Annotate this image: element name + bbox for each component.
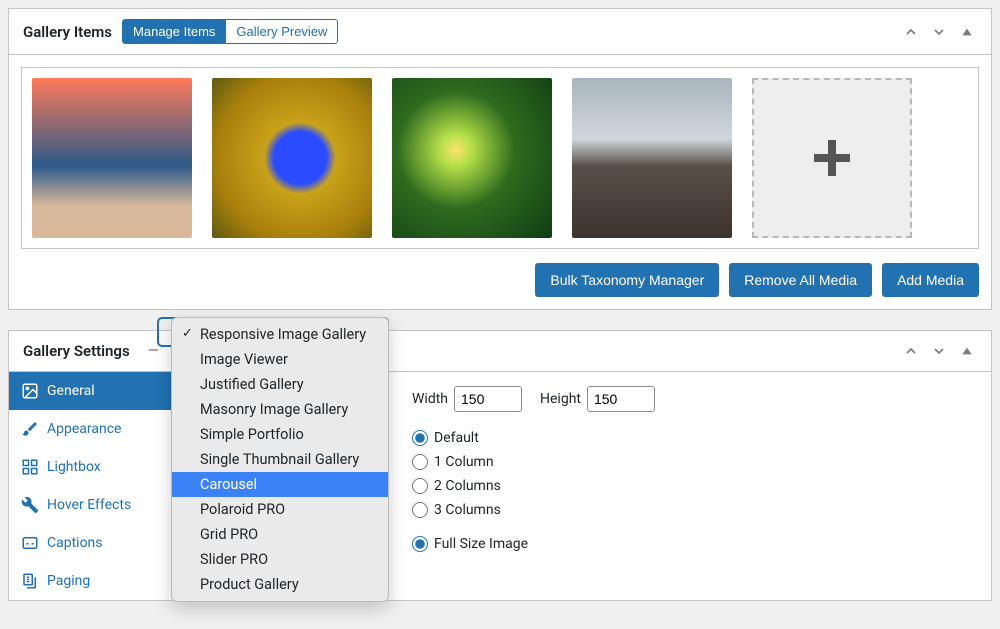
sidebar-item-captions[interactable]: Captions [9,524,173,562]
radio-label: 3 Columns [434,502,501,518]
size-radio-group: Full Size Image [412,536,973,552]
sidebar-item-lightbox[interactable]: Lightbox [9,448,173,486]
dropdown-option[interactable]: Slider PRO [172,547,388,572]
gallery-items-header: Gallery Items Manage Items Gallery Previ… [9,9,991,55]
gallery-settings-title: Gallery Settings [23,342,130,360]
sidebar-label: Lightbox [47,459,101,475]
panel-toggles [901,22,977,42]
collapse-icon[interactable] [957,341,977,361]
plus-icon [808,134,856,182]
width-input[interactable] [454,386,522,412]
brush-icon [21,420,39,438]
radio-label: Full Size Image [434,536,528,552]
sidebar-label: Captions [47,535,103,551]
wrench-icon [21,496,39,514]
move-up-icon[interactable] [901,341,921,361]
radio-1-column[interactable]: 1 Column [412,454,973,470]
remove-all-media-button[interactable]: Remove All Media [729,263,872,297]
media-thumbnail[interactable] [32,78,192,238]
gallery-items-tabs: Manage Items Gallery Preview [122,19,338,44]
sidebar-item-general[interactable]: General [9,372,173,410]
gallery-settings-panel: Gallery Settings — Responsive Image Gall… [8,330,992,601]
size-field-row: Width Height [412,386,973,412]
panel-toggles [901,341,977,361]
radio-input[interactable] [412,502,428,518]
media-thumbnail[interactable] [212,78,372,238]
sidebar-label: General [47,383,95,399]
radio-full-size[interactable]: Full Size Image [412,536,973,552]
height-label: Height [540,391,581,407]
image-icon [21,382,39,400]
layout-radio-group: Default 1 Column 2 Columns 3 Columns [412,430,973,518]
width-field: Width [412,386,522,412]
width-label: Width [412,391,448,407]
radio-label: 2 Columns [434,478,501,494]
dropdown-option[interactable]: Carousel [172,472,388,497]
dropdown-option[interactable]: Justified Gallery [172,372,388,397]
move-down-icon[interactable] [929,341,949,361]
add-media-button[interactable]: Add Media [882,263,979,297]
sidebar-label: Appearance [47,421,121,437]
sidebar-item-paging[interactable]: Paging [9,562,173,600]
tab-gallery-preview[interactable]: Gallery Preview [226,19,338,44]
dropdown-option[interactable]: Polaroid PRO [172,497,388,522]
thumbnail-container [21,67,979,249]
gallery-type-dropdown[interactable]: Responsive Image GalleryImage ViewerJust… [171,317,389,602]
radio-input[interactable] [412,430,428,446]
grid-icon [21,458,39,476]
sidebar-item-appearance[interactable]: Appearance [9,410,173,448]
collapse-icon[interactable] [957,22,977,42]
dropdown-option[interactable]: Masonry Image Gallery [172,397,388,422]
add-media-tile[interactable] [752,78,912,238]
caption-icon [21,534,39,552]
radio-label: Default [434,430,479,446]
radio-input[interactable] [412,478,428,494]
gallery-actions: Bulk Taxonomy Manager Remove All Media A… [21,263,979,297]
radio-input[interactable] [412,454,428,470]
move-down-icon[interactable] [929,22,949,42]
gallery-settings-header: Gallery Settings — Responsive Image Gall… [9,331,991,372]
sidebar-item-hover-effects[interactable]: Hover Effects [9,486,173,524]
dash-separator: — [148,343,159,359]
dropdown-option[interactable]: Responsive Image Gallery [172,322,388,347]
radio-3-columns[interactable]: 3 Columns [412,502,973,518]
sidebar-label: Hover Effects [47,497,131,513]
media-thumbnail[interactable] [572,78,732,238]
radio-default[interactable]: Default [412,430,973,446]
dropdown-option[interactable]: Image Viewer [172,347,388,372]
gallery-items-title: Gallery Items [23,23,112,41]
dropdown-option[interactable]: Product Gallery [172,572,388,597]
tab-manage-items[interactable]: Manage Items [122,19,226,44]
dropdown-option[interactable]: Single Thumbnail Gallery [172,447,388,472]
radio-label: 1 Column [434,454,494,470]
radio-input[interactable] [412,536,428,552]
bulk-taxonomy-button[interactable]: Bulk Taxonomy Manager [535,263,719,297]
gallery-items-body: Bulk Taxonomy Manager Remove All Media A… [9,55,991,309]
radio-2-columns[interactable]: 2 Columns [412,478,973,494]
dropdown-option[interactable]: Simple Portfolio [172,422,388,447]
height-field: Height [540,386,655,412]
sidebar-label: Paging [47,573,90,589]
height-input[interactable] [587,386,655,412]
media-thumbnail[interactable] [392,78,552,238]
dropdown-option[interactable]: Grid PRO [172,522,388,547]
settings-body: General Appearance Lightbox Hover Effect… [9,372,991,600]
gallery-items-panel: Gallery Items Manage Items Gallery Previ… [8,8,992,310]
paging-icon [21,572,39,590]
move-up-icon[interactable] [901,22,921,42]
settings-sidebar: General Appearance Lightbox Hover Effect… [9,372,174,600]
